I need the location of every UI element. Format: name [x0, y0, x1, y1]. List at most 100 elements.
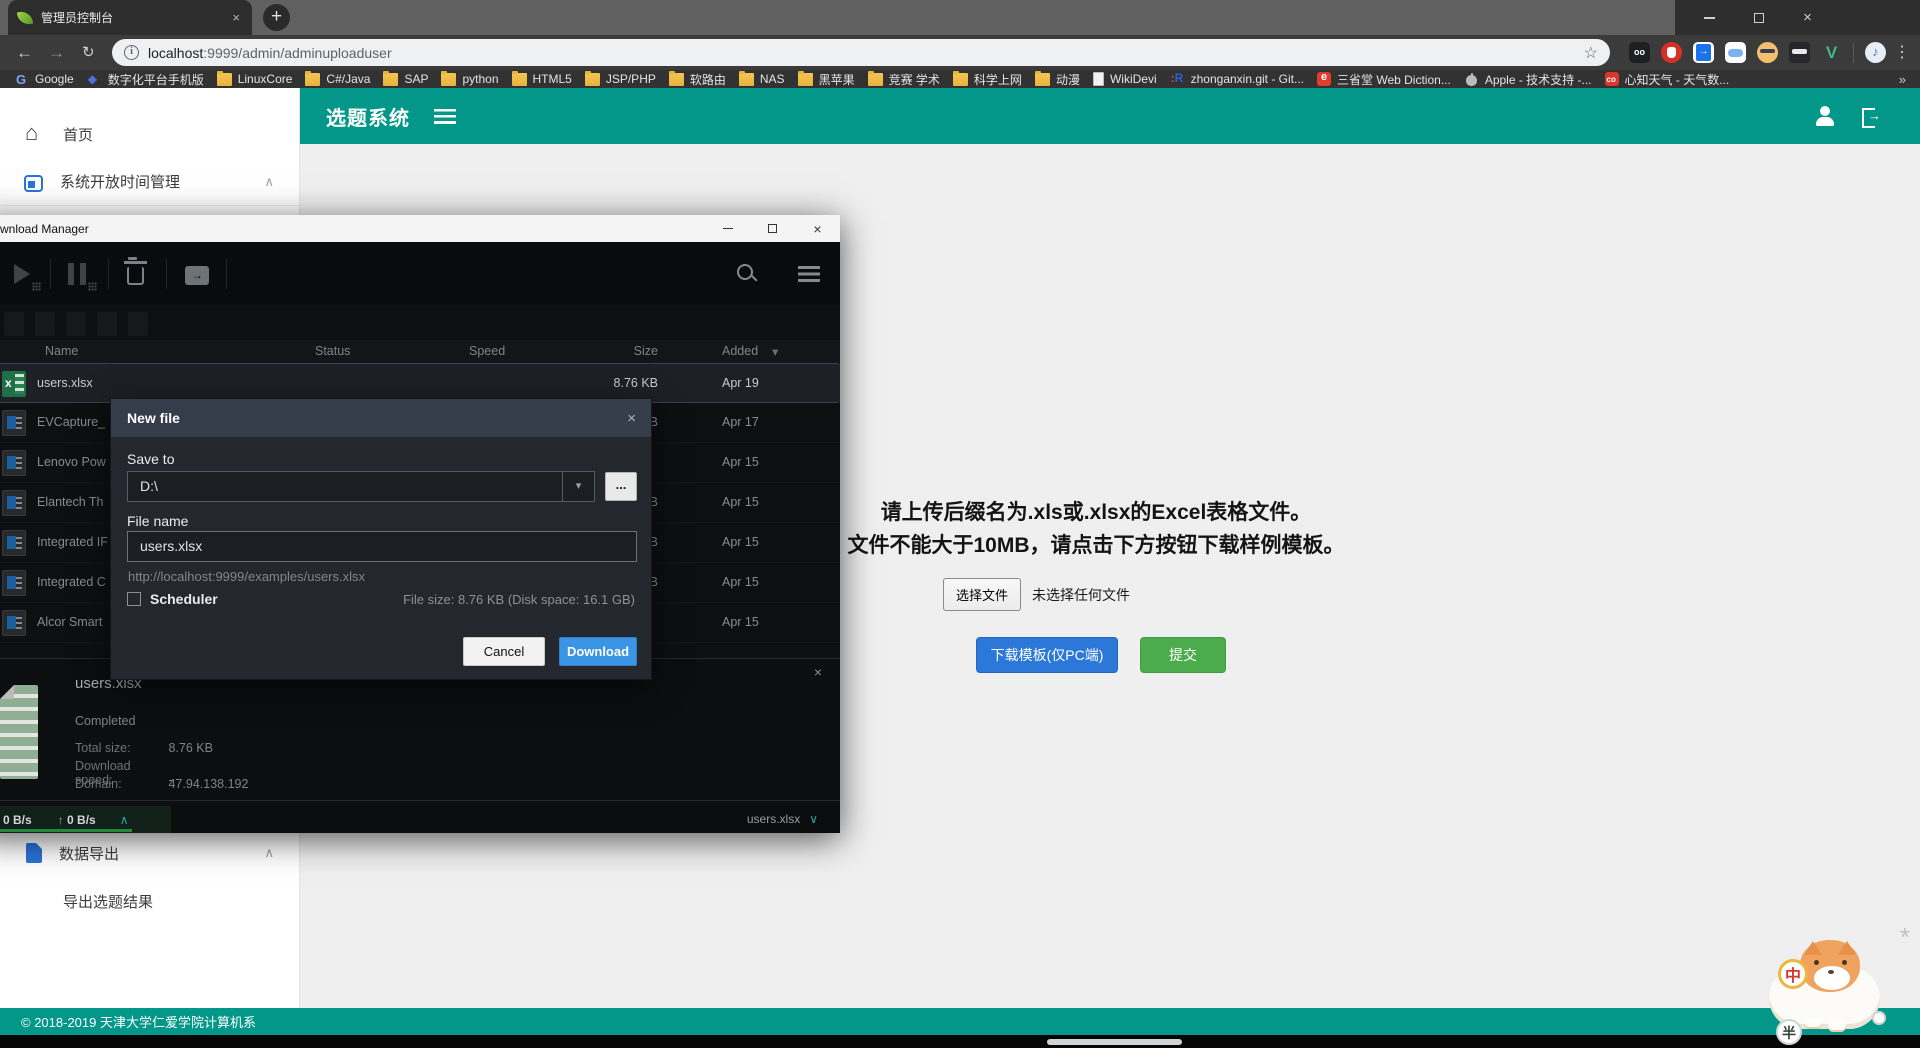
delete-icon[interactable] [127, 267, 144, 285]
chevron-up-icon[interactable]: ∧ [264, 174, 274, 190]
doc-share-extension-icon[interactable] [1693, 42, 1714, 63]
sidebar-item[interactable]: 系统开放时间管理 ∧ [0, 158, 300, 206]
details-status: Completed [75, 714, 135, 728]
dm-titlebar[interactable]: wnload Manager × [0, 215, 840, 242]
vue-devtools-icon[interactable]: V [1821, 42, 1842, 63]
search-icon[interactable] [737, 264, 757, 284]
open-folder-icon[interactable]: → [185, 266, 209, 285]
toolbar-divider [226, 259, 227, 289]
resume-icon[interactable] [14, 264, 30, 284]
browse-button[interactable]: ... [605, 472, 637, 501]
dm-tab[interactable] [97, 312, 117, 336]
save-path-dropdown[interactable]: D:\ ▾ [127, 471, 595, 502]
ninja-extension-icon[interactable] [1789, 42, 1810, 63]
page-info-icon[interactable]: i [124, 45, 139, 60]
bookmarks-overflow-chevron[interactable]: » [1899, 72, 1906, 87]
browser-menu-icon[interactable]: ⋮ [1894, 43, 1910, 62]
cloud-extension-icon[interactable] [1725, 42, 1746, 63]
dm-minimize-button[interactable] [705, 215, 750, 242]
back-icon[interactable]: ← [16, 42, 33, 63]
window-minimize-button[interactable] [1687, 0, 1732, 35]
dm-close-button[interactable]: × [795, 215, 840, 242]
dm-tab[interactable] [4, 312, 24, 336]
scheduler-checkbox[interactable] [127, 592, 141, 606]
music-extension-icon[interactable]: ♪ [1865, 42, 1886, 63]
bookmark-item[interactable]: 动漫 [1035, 71, 1080, 88]
column-added[interactable]: Added [722, 344, 758, 358]
column-speed[interactable]: Speed [469, 344, 505, 358]
dm-tab[interactable] [66, 312, 86, 336]
chevron-down-icon[interactable]: ∨ [809, 812, 818, 826]
address-bar[interactable]: i localhost:9999/admin/adminuploaduser ☆ [112, 39, 1610, 66]
pause-icon[interactable] [68, 263, 86, 285]
avatar-extension-icon[interactable] [1757, 42, 1778, 63]
forward-icon[interactable]: → [48, 42, 65, 63]
bookmark-item[interactable]: 黑苹果 [798, 71, 855, 88]
choose-file-button[interactable]: 选择文件 [943, 578, 1021, 611]
browser-tab[interactable]: 管理员控制台 × [8, 0, 252, 35]
bookmark-label: 竞赛 学术 [889, 71, 940, 88]
dm-menu-icon[interactable] [798, 266, 820, 282]
bookmark-item[interactable]: SAP [383, 72, 428, 86]
bookmark-item[interactable]: python [441, 72, 498, 86]
window-maximize-button[interactable] [1736, 0, 1781, 35]
extension-oo-icon[interactable]: oo [1629, 42, 1650, 63]
bookmark-item[interactable]: LinuxCore [217, 72, 293, 86]
column-name[interactable]: Name [45, 344, 78, 358]
chevron-up-icon[interactable]: ∧ [120, 813, 129, 827]
bookmark-item[interactable]: 三省堂 Web Diction... [1317, 71, 1451, 88]
dm-maximize-button[interactable] [750, 215, 795, 242]
hamburger-icon[interactable] [434, 109, 456, 124]
logout-icon[interactable] [1862, 107, 1880, 125]
bookmark-item[interactable]: NAS [739, 72, 785, 86]
new-tab-button[interactable]: + [263, 4, 290, 31]
bookmark-item[interactable]: 竞赛 学术 [868, 71, 940, 88]
bookmark-item[interactable]: JSP/PHP [585, 72, 656, 86]
bookmark-icon [1170, 73, 1185, 86]
bookmark-label: SAP [404, 72, 428, 86]
url-path: :9999/admin/adminuploaduser [203, 45, 391, 61]
sidebar-item[interactable]: 数据导出 ∧ [0, 829, 300, 877]
bookmark-item[interactable]: HTML5 [512, 72, 572, 86]
column-status[interactable]: Status [315, 344, 350, 358]
bookmark-item[interactable]: Google [14, 72, 74, 86]
dialog-close-icon[interactable]: × [627, 410, 636, 427]
reload-icon[interactable]: ↻ [82, 42, 95, 63]
bookmark-item[interactable]: Apple - 技术支持 -... [1464, 71, 1592, 88]
tab-close-icon[interactable]: × [230, 10, 242, 25]
dm-tab[interactable] [128, 312, 148, 336]
chevron-up-icon[interactable]: ∧ [264, 845, 274, 861]
bookmark-label: Google [35, 72, 74, 86]
bookmark-item[interactable]: 科学上网 [953, 71, 1022, 88]
details-close-icon[interactable]: × [814, 664, 822, 680]
details-field-label: Total size: [75, 741, 165, 755]
bookmark-item[interactable]: zhonganxin.git - Git... [1170, 72, 1304, 86]
bookmark-item[interactable]: C#/Java [305, 72, 370, 86]
user-icon[interactable] [1814, 106, 1836, 126]
extensions-area: oo V ♪ [1629, 35, 1886, 70]
bookmark-item[interactable]: 软路由 [669, 71, 726, 88]
adblock-hand-icon[interactable] [1661, 42, 1682, 63]
file-name-input[interactable]: users.xlsx [127, 531, 637, 562]
bookmark-item[interactable]: 心知天气 - 天气数... [1605, 71, 1730, 88]
sidebar-item-label: 首页 [63, 124, 274, 145]
bookmark-star-icon[interactable]: ☆ [1584, 43, 1598, 63]
current-file-summary[interactable]: users.xlsx ∨ [747, 812, 818, 826]
bookmark-item[interactable]: 数字化平台手机版 [87, 71, 204, 88]
dm-tab[interactable] [35, 312, 55, 336]
download-row[interactable]: users.xlsx 8.76 KB Apr 19 [0, 363, 840, 403]
cancel-button[interactable]: Cancel [463, 637, 545, 666]
window-close-button[interactable]: × [1785, 0, 1830, 35]
url-host: localhost [148, 45, 203, 61]
sidebar-item[interactable]: 首页 [0, 110, 300, 158]
download-template-button[interactable]: 下载模板(仅PC端) [976, 637, 1118, 673]
column-size[interactable]: Size [594, 344, 658, 358]
dialog-header[interactable]: New file × [111, 399, 651, 437]
bookmark-icon [585, 73, 600, 86]
bookmark-label: JSP/PHP [606, 72, 656, 86]
submit-button[interactable]: 提交 [1140, 637, 1226, 673]
sidebar-item[interactable]: 导出选题结果 [0, 877, 300, 925]
bookmark-item[interactable]: WikiDevi [1093, 72, 1157, 86]
dropdown-arrow-icon[interactable]: ▾ [562, 472, 594, 501]
download-button[interactable]: Download [559, 637, 637, 666]
